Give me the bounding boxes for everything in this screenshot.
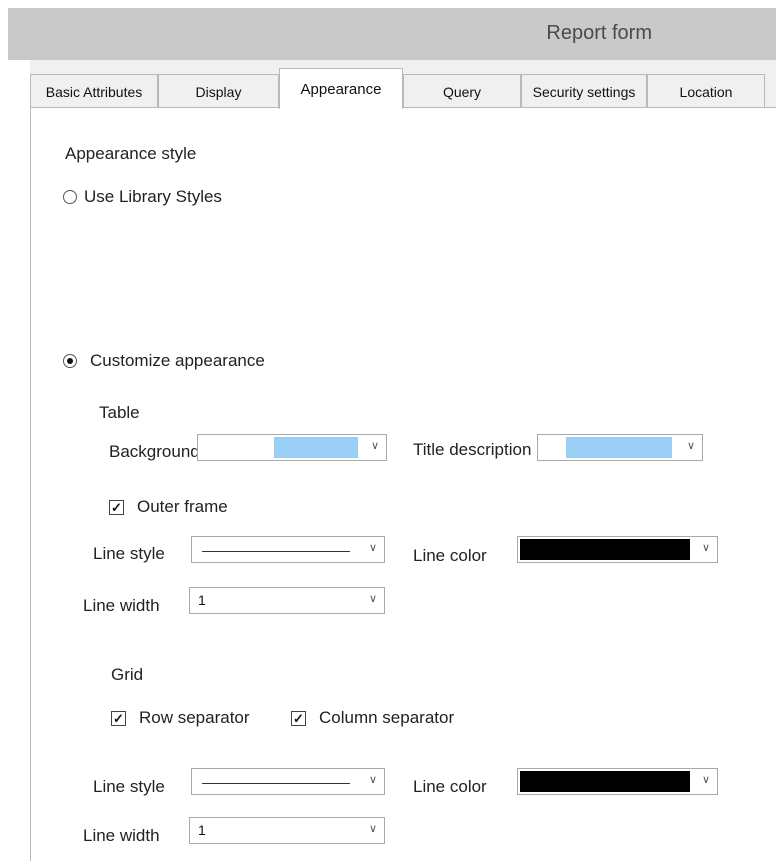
tab-strip: Basic Attributes Display Appearance Quer… bbox=[30, 60, 776, 109]
grid-line-width-label: Line width bbox=[83, 826, 160, 845]
title-description-swatch bbox=[566, 437, 672, 458]
tab-label: Display bbox=[195, 83, 242, 100]
grid-section-title: Grid bbox=[111, 665, 144, 684]
line-style-sample bbox=[202, 551, 350, 552]
grid-line-style-label: Line style bbox=[93, 777, 165, 796]
table-line-style-select[interactable]: ∨ bbox=[191, 536, 385, 563]
radio-customize-appearance[interactable] bbox=[63, 354, 77, 368]
chevron-down-icon: ∨ bbox=[701, 542, 710, 554]
background-color-select[interactable]: ∨ bbox=[197, 434, 387, 461]
tab-appearance[interactable]: Appearance bbox=[279, 68, 403, 109]
outer-frame-label: Outer frame bbox=[137, 497, 228, 516]
tab-label: Appearance bbox=[300, 80, 382, 98]
tab-label: Security settings bbox=[532, 83, 636, 100]
table-line-color-label: Line color bbox=[413, 546, 487, 565]
line-style-sample bbox=[202, 783, 350, 784]
title-bar: Report form bbox=[8, 8, 776, 60]
window-title: Report form bbox=[546, 22, 652, 44]
table-line-width-select[interactable]: 1 ∨ bbox=[189, 587, 385, 614]
row-separator-label: Row separator bbox=[139, 708, 250, 727]
column-separator-label: Column separator bbox=[319, 708, 455, 727]
tab-label: Basic Attributes bbox=[45, 83, 143, 100]
grid-line-color-label: Line color bbox=[413, 777, 487, 796]
tab-query[interactable]: Query bbox=[403, 74, 521, 108]
chevron-down-icon: ∨ bbox=[368, 593, 377, 605]
column-separator-checkbox[interactable]: ✓ bbox=[291, 711, 306, 726]
appearance-style-heading: Appearance style bbox=[65, 144, 197, 163]
chevron-down-icon: ∨ bbox=[370, 440, 379, 452]
outer-frame-checkbox[interactable]: ✓ bbox=[109, 500, 124, 515]
background-color-swatch bbox=[274, 437, 358, 458]
customize-appearance-label: Customize appearance bbox=[90, 351, 265, 370]
table-line-style-label: Line style bbox=[93, 544, 165, 563]
grid-line-color-select[interactable]: ∨ bbox=[517, 768, 718, 795]
table-line-width-label: Line width bbox=[83, 596, 160, 615]
table-line-color-select[interactable]: ∨ bbox=[517, 536, 718, 563]
row-separator-checkbox[interactable]: ✓ bbox=[111, 711, 126, 726]
title-description-select[interactable]: ∨ bbox=[537, 434, 703, 461]
tab-label: Location bbox=[679, 83, 733, 100]
tab-display[interactable]: Display bbox=[158, 74, 279, 108]
chevron-down-icon: ∨ bbox=[368, 774, 377, 786]
tab-label: Query bbox=[442, 83, 482, 100]
chevron-down-icon: ∨ bbox=[368, 542, 377, 554]
title-description-label: Title description bbox=[413, 440, 532, 459]
radio-library-styles[interactable] bbox=[63, 190, 77, 204]
table-section-title: Table bbox=[99, 403, 140, 422]
use-library-styles-label: Use Library Styles bbox=[84, 187, 222, 206]
table-line-width-value: 1 bbox=[198, 592, 206, 608]
grid-line-style-select[interactable]: ∨ bbox=[191, 768, 385, 795]
grid-line-color-swatch bbox=[520, 771, 690, 792]
chevron-down-icon: ∨ bbox=[368, 823, 377, 835]
check-icon: ✓ bbox=[293, 711, 304, 726]
tab-location[interactable]: Location bbox=[647, 74, 765, 108]
check-icon: ✓ bbox=[111, 500, 122, 515]
check-icon: ✓ bbox=[113, 711, 124, 726]
table-line-color-swatch bbox=[520, 539, 690, 560]
tab-security-settings[interactable]: Security settings bbox=[521, 74, 647, 108]
grid-line-width-value: 1 bbox=[198, 822, 206, 838]
chevron-down-icon: ∨ bbox=[686, 440, 695, 452]
tab-basic-attributes[interactable]: Basic Attributes bbox=[30, 74, 158, 108]
appearance-panel: Appearance style Use Library Styles Cust… bbox=[30, 107, 776, 861]
chevron-down-icon: ∨ bbox=[701, 774, 710, 786]
grid-line-width-select[interactable]: 1 ∨ bbox=[189, 817, 385, 844]
